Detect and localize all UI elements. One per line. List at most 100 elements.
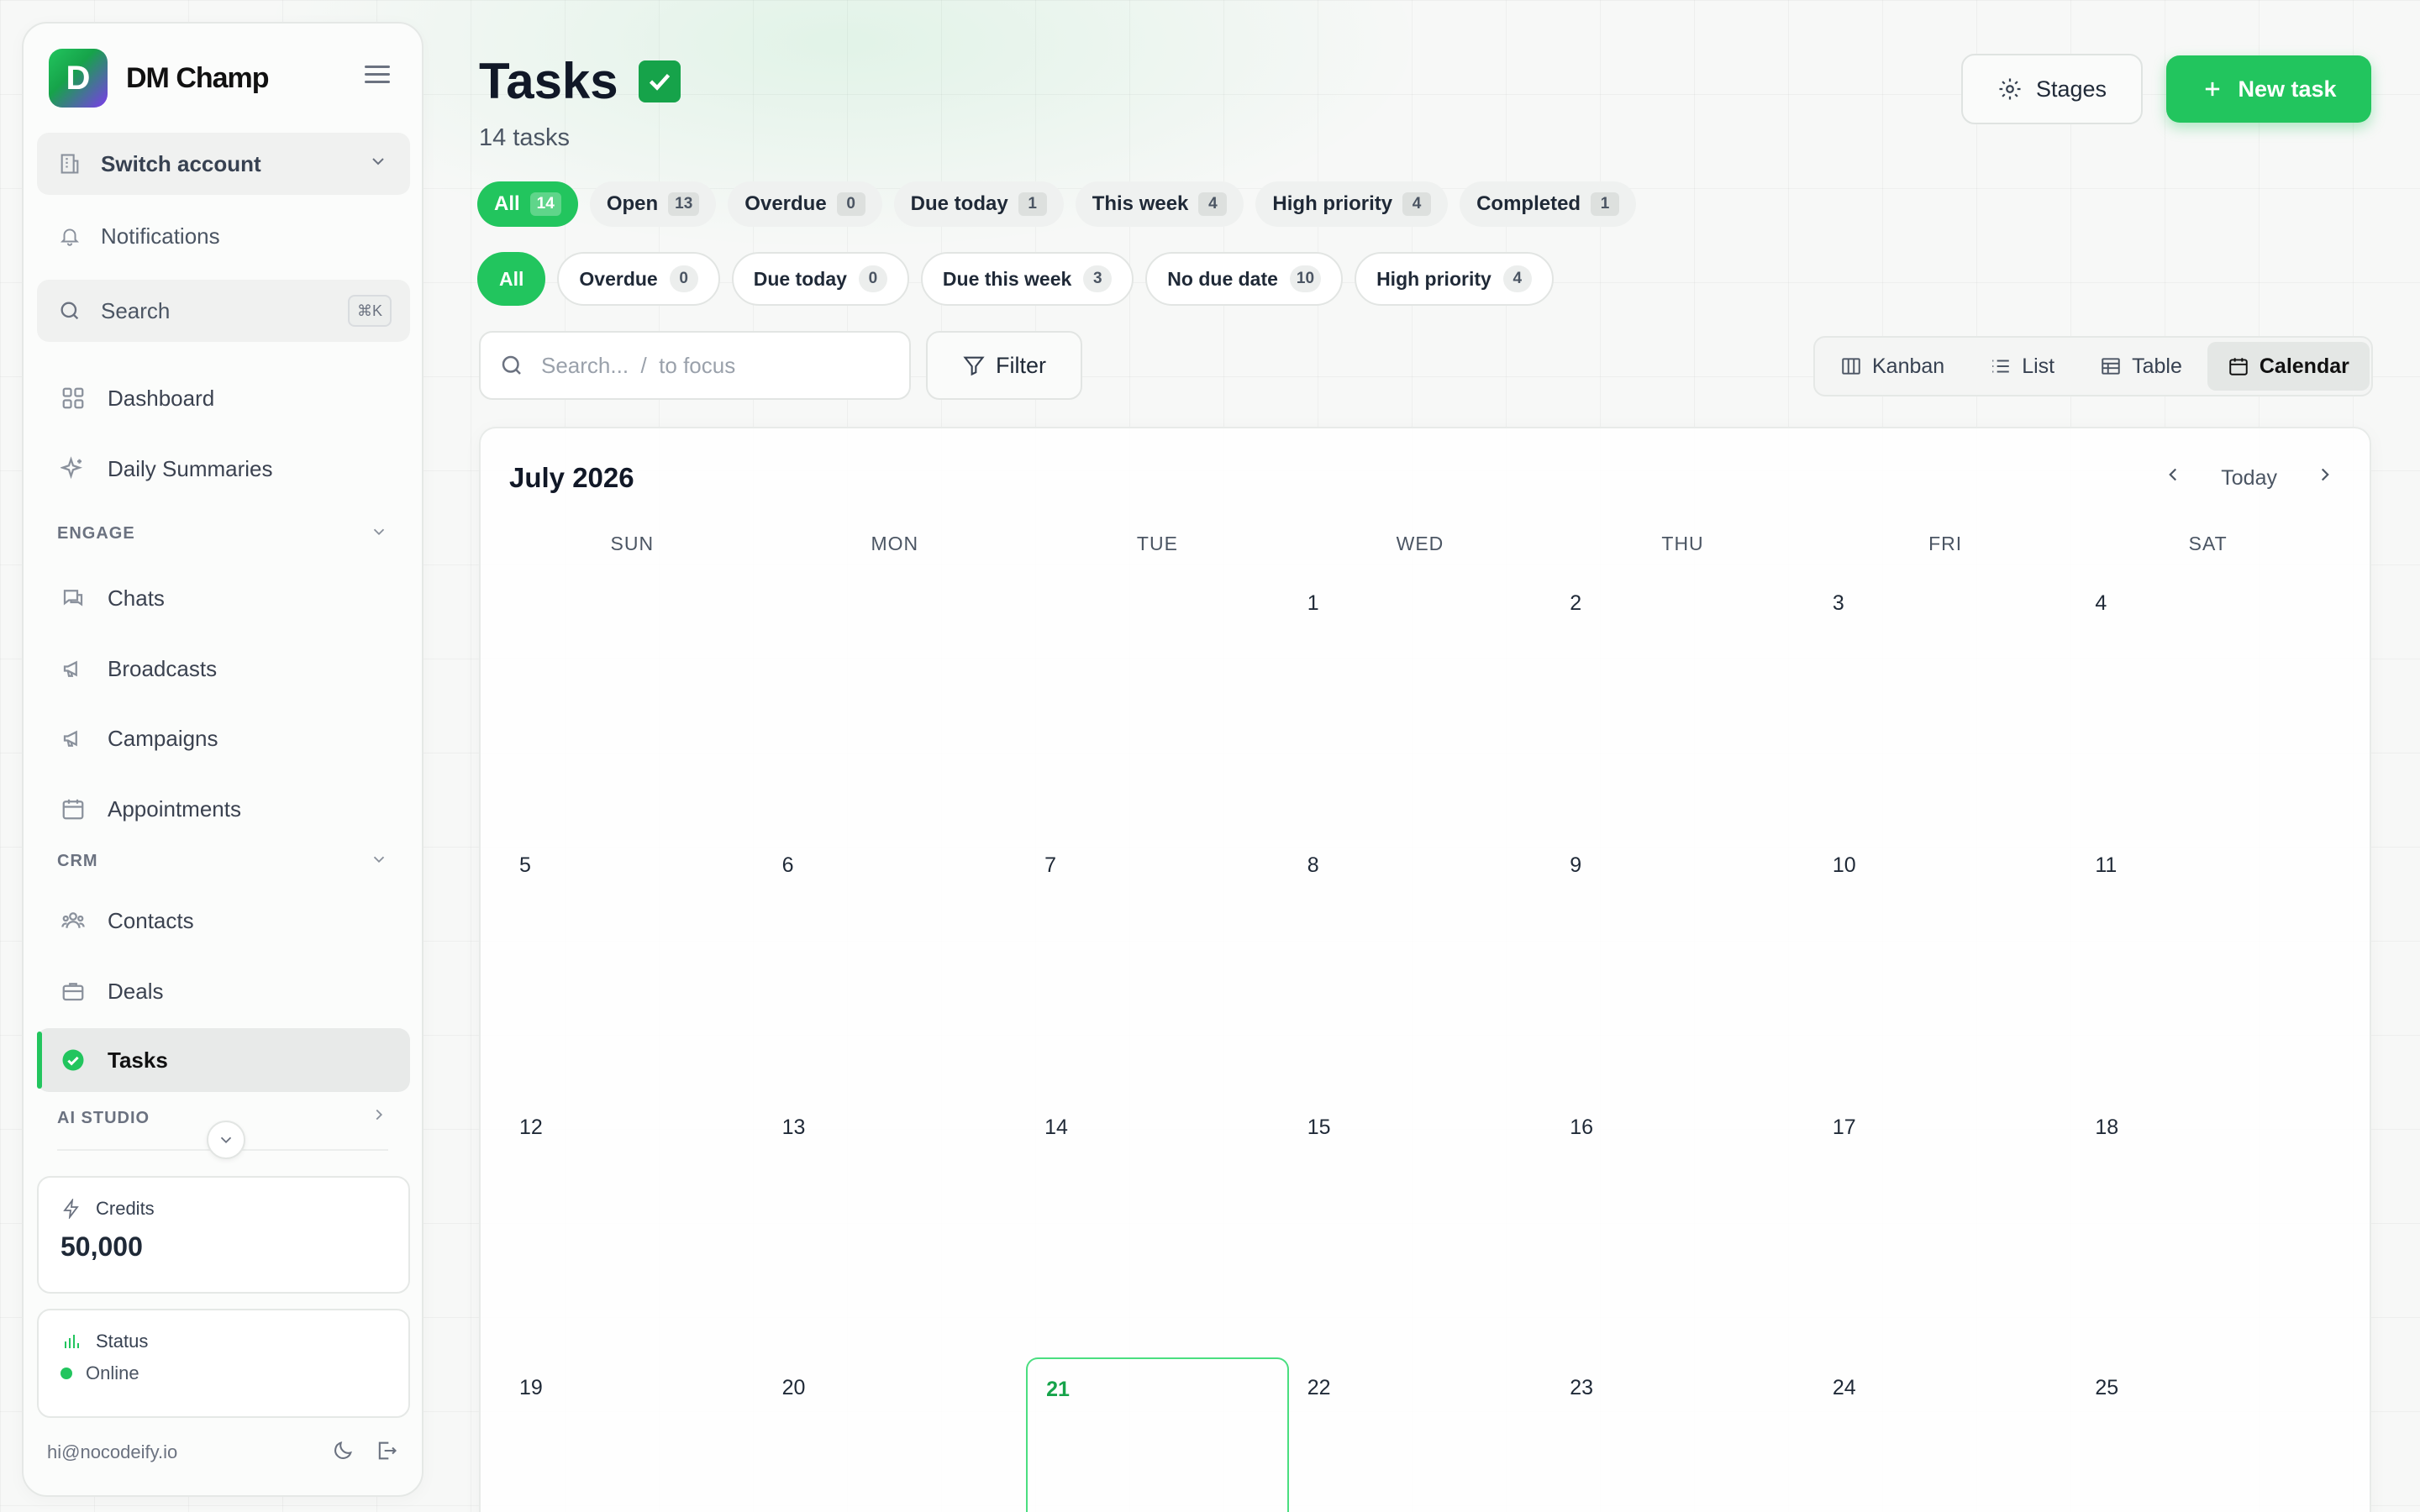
calendar-day[interactable]: 13	[764, 1097, 1027, 1349]
calendar-day[interactable]: 6	[764, 835, 1027, 1087]
section-crm[interactable]: CRM	[57, 852, 98, 871]
day-number: 15	[1307, 1116, 1331, 1139]
calendar-icon	[59, 795, 87, 823]
calendar-day[interactable]: 3	[1814, 573, 2077, 825]
sidebar-item-campaigns[interactable]: Campaigns	[37, 706, 410, 770]
due-filter-due-today[interactable]: Due today 0	[731, 252, 909, 306]
chip-count: 0	[836, 192, 865, 216]
due-filter-high-priority[interactable]: High priority 4	[1355, 252, 1554, 306]
calendar-day[interactable]: 4	[2076, 573, 2339, 825]
weekday-label: MON	[871, 533, 919, 554]
filter-high-priority[interactable]: High priority 4	[1255, 181, 1449, 227]
sidebar-item-appointments[interactable]: Appointments	[37, 777, 410, 841]
day-number: 10	[1832, 853, 1856, 877]
filter-completed[interactable]: Completed 1	[1460, 181, 1637, 227]
calendar-day[interactable]	[501, 573, 764, 825]
filter-button[interactable]: Filter	[926, 331, 1082, 400]
calendar-day[interactable]: 18	[2076, 1097, 2339, 1349]
moon-icon[interactable]	[331, 1439, 355, 1467]
task-search-input[interactable]: Search... / to focus	[479, 331, 911, 400]
plus-icon	[2201, 77, 2224, 101]
sidebar-item-daily-summaries[interactable]: Daily Summaries	[37, 437, 410, 501]
view-switcher: Kanban List Table Calendar	[1813, 336, 2373, 396]
list-icon	[1990, 355, 2012, 377]
calendar-day[interactable]: 11	[2076, 835, 2339, 1087]
calendar-day[interactable]: 2	[1551, 573, 1814, 825]
new-task-button[interactable]: New task	[2166, 55, 2371, 123]
calendar-day[interactable]: 9	[1551, 835, 1814, 1087]
today-button[interactable]: Today	[2221, 466, 2277, 491]
calendar-day[interactable]: 16	[1551, 1097, 1814, 1349]
chevron-down-icon[interactable]	[370, 850, 388, 874]
section-ai-studio[interactable]: AI STUDIO	[57, 1109, 150, 1128]
chevron-down-icon[interactable]	[370, 522, 388, 546]
sidebar-item-dashboard[interactable]: Dashboard	[37, 366, 410, 430]
calendar-day[interactable]: 15	[1289, 1097, 1552, 1349]
sidebar-item-label: Tasks	[108, 1047, 168, 1073]
logout-icon[interactable]	[375, 1439, 398, 1467]
switch-account-button[interactable]: Switch account	[37, 133, 410, 195]
sidebar-search[interactable]: Search ⌘K	[37, 280, 410, 342]
sidebar-item-deals[interactable]: Deals	[37, 959, 410, 1023]
calendar-day[interactable]: 24	[1814, 1357, 2077, 1512]
filter-overdue[interactable]: Overdue 0	[728, 181, 882, 227]
chevron-left-icon[interactable]	[2162, 464, 2184, 492]
sparkles-icon	[59, 454, 87, 483]
brand[interactable]: D DM Champ	[49, 49, 270, 108]
view-list[interactable]: List	[1970, 342, 2075, 391]
chevron-right-icon[interactable]	[2314, 464, 2336, 492]
calendar-week: 1 2 3 4	[501, 573, 2353, 825]
section-engage[interactable]: ENGAGE	[57, 524, 135, 543]
chip-label: This week	[1092, 192, 1189, 215]
chip-label: Completed	[1476, 192, 1581, 215]
filter-this-week[interactable]: This week 4	[1075, 181, 1244, 227]
calendar-day[interactable]: 8	[1289, 835, 1552, 1087]
calendar-day[interactable]: 25	[2076, 1357, 2339, 1512]
hamburger-menu-icon[interactable]	[365, 66, 390, 86]
sidebar-item-label: Deals	[108, 978, 164, 1004]
calendar-day[interactable]: 19	[501, 1357, 764, 1512]
calendar-day[interactable]: 22	[1289, 1357, 1552, 1512]
view-kanban[interactable]: Kanban	[1820, 342, 1965, 391]
filter-due-today[interactable]: Due today 1	[893, 181, 1064, 227]
calendar-day[interactable]: 20	[764, 1357, 1027, 1512]
calendar-day[interactable]	[764, 573, 1027, 825]
sidebar-item-contacts[interactable]: Contacts	[37, 889, 410, 953]
filter-open[interactable]: Open 13	[589, 181, 717, 227]
calendar-day[interactable]	[1026, 573, 1289, 825]
day-number: 13	[781, 1116, 806, 1139]
chip-count: 1	[1591, 192, 1620, 216]
scroll-down-button[interactable]	[207, 1121, 245, 1159]
filter-all[interactable]: All 14	[477, 181, 578, 227]
sidebar-item-broadcasts[interactable]: Broadcasts	[37, 637, 410, 701]
chevron-right-icon[interactable]	[370, 1105, 388, 1129]
calendar-day[interactable]: 17	[1814, 1097, 2077, 1349]
stages-button[interactable]: Stages	[1961, 54, 2143, 124]
sidebar-item-chats[interactable]: Chats	[37, 566, 410, 630]
status-label: Status	[96, 1331, 149, 1352]
page-title: Tasks	[479, 52, 681, 110]
day-number: 4	[2095, 591, 2107, 615]
calendar-day-today[interactable]: 21	[1026, 1357, 1289, 1512]
due-filter-overdue[interactable]: Overdue 0	[557, 252, 720, 306]
calendar-week: 19 20 21 22 23 24 25	[501, 1357, 2353, 1512]
day-number: 5	[519, 853, 531, 877]
due-filter-due-this-week[interactable]: Due this week 3	[920, 252, 1134, 306]
sidebar-item-tasks[interactable]: Tasks	[37, 1028, 410, 1092]
due-filter-no-due-date[interactable]: No due date 10	[1145, 252, 1344, 306]
calendar-day[interactable]: 1	[1289, 573, 1552, 825]
chip-label: All	[494, 192, 520, 215]
view-table[interactable]: Table	[2080, 342, 2202, 391]
day-number: 19	[519, 1376, 543, 1399]
switch-account-label: Switch account	[101, 150, 261, 176]
calendar-day[interactable]: 23	[1551, 1357, 1814, 1512]
calendar-day[interactable]: 14	[1026, 1097, 1289, 1349]
chip-count: 4	[1402, 192, 1432, 216]
calendar-day[interactable]: 12	[501, 1097, 764, 1349]
notifications-link[interactable]: Notifications	[37, 205, 410, 267]
calendar-day[interactable]: 5	[501, 835, 764, 1087]
calendar-day[interactable]: 10	[1814, 835, 2077, 1087]
due-filter-all[interactable]: All	[477, 252, 546, 306]
calendar-day[interactable]: 7	[1026, 835, 1289, 1087]
view-calendar[interactable]: Calendar	[2207, 342, 2370, 391]
